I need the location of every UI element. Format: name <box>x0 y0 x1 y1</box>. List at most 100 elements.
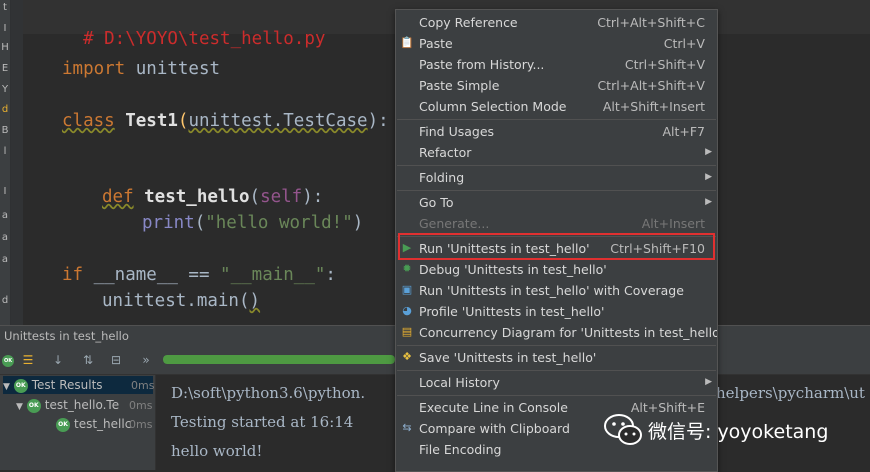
menu-shortcut: Ctrl+Alt+Shift+V <box>597 78 705 93</box>
console-line-command-tail: helpers\pycharm\ut <box>716 384 865 402</box>
tree-label: test_hellc <box>74 417 132 431</box>
def-keyword: def <box>102 187 134 207</box>
editor-gutter <box>11 0 23 325</box>
if-colon: : <box>325 265 336 285</box>
paste-icon: 📋 <box>400 36 414 49</box>
sort-duration-icon[interactable]: ⇅ <box>80 352 96 368</box>
menu-item-run-coverage[interactable]: ▣ Run 'Unittests in test_hello' with Cov… <box>396 280 717 301</box>
code-line-print[interactable]: print("hello world!") <box>142 212 363 234</box>
sort-alpha-icon[interactable]: ↓ <box>50 352 66 368</box>
console-line-output: hello world! <box>171 442 263 460</box>
def-paren-close: ): <box>302 187 324 207</box>
strip-letter: E <box>1 63 9 74</box>
compare-icon: ⇆ <box>402 421 412 434</box>
tree-label: test_hello.Te <box>44 398 120 412</box>
menu-item-generate[interactable]: Generate... Alt+Insert <box>396 213 717 234</box>
tree-row-suite[interactable]: ▼ OK test_hello.Te <box>16 396 119 414</box>
menu-label: Refactor <box>419 145 472 160</box>
code-line-main-call[interactable]: unittest.main() <box>102 290 260 312</box>
code-line-def[interactable]: def test_hello(self): <box>102 186 323 208</box>
menu-label: Copy Reference <box>419 15 518 30</box>
menu-item-debug-unittests[interactable]: ✹ Debug 'Unittests in test_hello' <box>396 259 717 280</box>
ok-badge: OK <box>13 378 28 393</box>
menu-item-paste-history[interactable]: Paste from History... Ctrl+Shift+V <box>396 54 717 75</box>
menu-item-folding[interactable]: Folding ▶ <box>396 167 717 188</box>
menu-label: Folding <box>419 170 465 185</box>
tree-time: 0ms <box>129 418 153 431</box>
dunder-name: __name__ == <box>83 265 221 285</box>
class-keyword: class <box>62 111 115 131</box>
submenu-arrow-icon: ▶ <box>705 377 712 387</box>
code-line-if-main[interactable]: if __name__ == "__main__": <box>62 264 336 286</box>
menu-label: Debug 'Unittests in test_hello' <box>419 262 607 277</box>
menu-label: Column Selection Mode <box>419 99 567 114</box>
debug-icon: ✹ <box>402 262 412 275</box>
if-keyword: if <box>62 265 84 285</box>
tree-time: 0ms <box>129 399 153 412</box>
main-call: unittest.main <box>102 291 239 311</box>
menu-item-paste-simple[interactable]: Paste Simple Ctrl+Alt+Shift+V <box>396 75 717 96</box>
strip-letter: d <box>1 104 9 115</box>
main-paren-open: ( <box>238 291 250 311</box>
tree-label: Test Results <box>31 378 103 392</box>
menu-item-goto[interactable]: Go To ▶ <box>396 192 717 213</box>
main-string: "__main__" <box>220 265 326 285</box>
menu-item-copy-reference[interactable]: Copy Reference Ctrl+Alt+Shift+C <box>396 12 717 33</box>
menu-label: Run 'Unittests in test_hello' with Cover… <box>419 283 684 298</box>
menu-shortcut: Ctrl+V <box>663 36 705 51</box>
print-paren-open: ( <box>194 213 206 233</box>
menu-label: Go To <box>419 195 454 210</box>
menu-separator <box>397 119 716 120</box>
tree-row-test[interactable]: OK test_hellc <box>56 415 131 433</box>
console-line-command: D:\soft\python3.6\python. <box>171 384 366 402</box>
print-function: print <box>142 213 195 233</box>
menu-item-refactor[interactable]: Refactor ▶ <box>396 142 717 163</box>
menu-shortcut: Ctrl+Alt+Shift+C <box>597 15 705 30</box>
run-panel-title: Unittests in test_hello <box>4 329 129 343</box>
strip-letter: a <box>1 232 9 243</box>
menu-item-column-selection[interactable]: Column Selection Mode Alt+Shift+Insert <box>396 96 717 117</box>
run-item-highlight-box <box>398 233 715 260</box>
menu-shortcut: Alt+Insert <box>641 216 705 231</box>
menu-item-save-config[interactable]: ❖ Save 'Unittests in test_hello' <box>396 347 717 368</box>
menu-item-paste[interactable]: 📋 Paste Ctrl+V <box>396 33 717 54</box>
submenu-arrow-icon: ▶ <box>705 147 712 157</box>
strip-letter: t <box>3 2 7 13</box>
menu-separator <box>397 370 716 371</box>
def-paren-open: ( <box>249 187 261 207</box>
menu-label: Execute Line in Console <box>419 400 568 415</box>
menu-label: Profile 'Unittests in test_hello' <box>419 304 605 319</box>
menu-label: Paste <box>419 36 453 51</box>
menu-item-concurrency-diagram[interactable]: ▤ Concurrency Diagram for 'Unittests in … <box>396 322 717 343</box>
code-line-class[interactable]: class Test1(unittest.TestCase): <box>62 110 389 132</box>
strip-letter: I <box>3 23 7 34</box>
class-paren-close: ): <box>367 111 389 131</box>
more-icon[interactable]: » <box>138 352 154 368</box>
import-keyword: import <box>62 59 126 79</box>
menu-item-profile[interactable]: ◕ Profile 'Unittests in test_hello' <box>396 301 717 322</box>
code-line-import[interactable]: import unittest <box>62 58 220 80</box>
import-module: unittest <box>125 59 221 79</box>
menu-item-find-usages[interactable]: Find Usages Alt+F7 <box>396 121 717 142</box>
expand-all-icon[interactable]: ⊟ <box>108 352 124 368</box>
submenu-arrow-icon: ▶ <box>705 172 712 182</box>
wechat-logo-icon <box>604 414 642 445</box>
menu-label: Paste Simple <box>419 78 500 93</box>
menu-item-local-history[interactable]: Local History ▶ <box>396 372 717 393</box>
menu-label: Local History <box>419 375 500 390</box>
coverage-icon: ▣ <box>401 283 413 296</box>
print-paren-close: ) <box>352 213 364 233</box>
strip-letter: a <box>1 210 9 221</box>
strip-letter: a <box>1 254 9 265</box>
menu-shortcut: Ctrl+Shift+V <box>624 57 705 72</box>
print-string: "hello world!" <box>205 213 353 233</box>
filter-icon[interactable]: ☰ <box>20 352 36 368</box>
profile-icon: ◕ <box>402 304 412 317</box>
code-line-comment[interactable]: # D:\YOYO\test_hello.py <box>62 6 325 50</box>
class-paren-open: ( <box>177 111 189 131</box>
main-paren-close: ) <box>249 291 261 311</box>
test-progress-fill <box>163 355 395 364</box>
watermark-text: 微信号: yoyoketang <box>648 421 829 443</box>
strip-letter: d <box>1 295 9 306</box>
rerun-icon[interactable]: OK <box>0 352 16 368</box>
